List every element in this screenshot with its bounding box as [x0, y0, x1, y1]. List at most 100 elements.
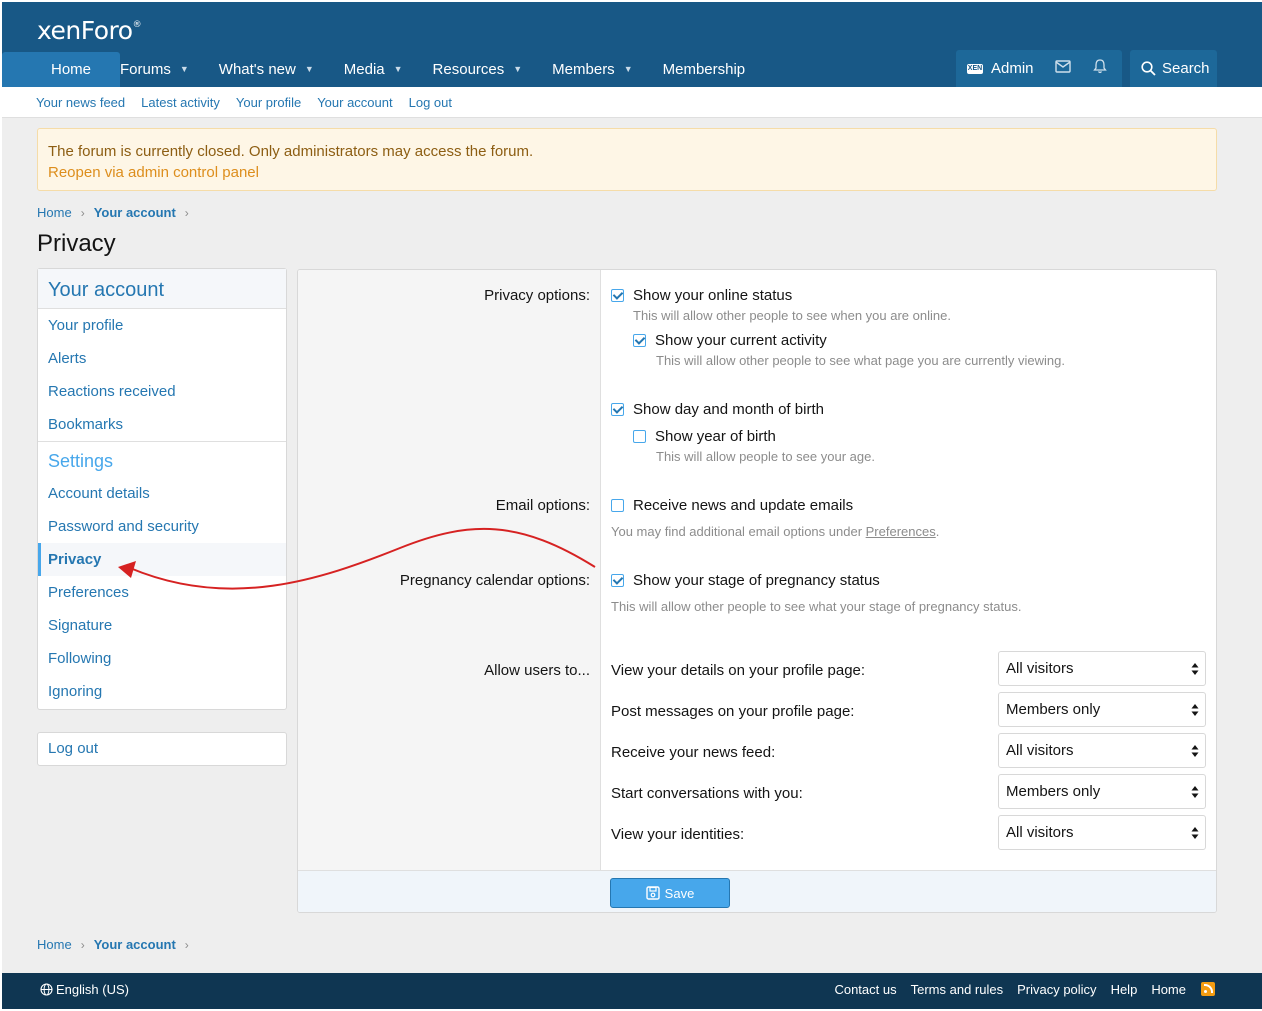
- pregnancy-option[interactable]: Show your stage of pregnancy status: [611, 572, 880, 589]
- receive-news-label: Receive news and update emails: [633, 497, 854, 514]
- rss-icon[interactable]: [1201, 982, 1215, 996]
- pregnancy-checkbox[interactable]: [611, 574, 624, 587]
- footer-link-privacy-policy[interactable]: Privacy policy: [1017, 982, 1096, 997]
- footer-link-help[interactable]: Help: [1111, 982, 1138, 997]
- search-icon: [1141, 61, 1156, 76]
- dob-year-checkbox[interactable]: [633, 430, 646, 443]
- nav-label: Home: [51, 61, 92, 78]
- footer-link-terms-and-rules[interactable]: Terms and rules: [911, 982, 1003, 997]
- sub-nav: Your news feed Latest activity Your profil…: [2, 87, 1262, 118]
- form-submit-row: Save: [298, 870, 1216, 912]
- sidebar-item-bookmarks[interactable]: Bookmarks: [38, 408, 286, 441]
- nav-media[interactable]: Media ▼: [344, 52, 418, 87]
- subnav-your-account[interactable]: Your account: [317, 95, 392, 110]
- select-arrows-icon: [1191, 786, 1199, 798]
- notice-text: The forum is currently closed. Only admi…: [48, 143, 534, 160]
- sidebar-heading-settings: Settings: [38, 441, 286, 477]
- main-nav: Home Forums ▼ What's new ▼ Media ▼ Resources ▼ Me…: [2, 52, 775, 87]
- caret-down-icon[interactable]: ▼: [180, 52, 189, 87]
- site-header: xenForo® Home Forums ▼ What's new ▼ Media ▼ Res…: [2, 2, 1262, 87]
- envelope-icon[interactable]: [1054, 60, 1071, 77]
- privacy-form: Privacy options: Show your online status…: [297, 269, 1217, 913]
- sidebar-item-account-details[interactable]: Account details: [38, 477, 286, 510]
- pregnancy-label: Show your stage of pregnancy status: [633, 572, 880, 589]
- caret-down-icon[interactable]: ▼: [305, 52, 314, 87]
- current-activity-label: Show your current activity: [655, 332, 827, 349]
- logo-text: xenForo: [37, 16, 133, 45]
- bell-icon[interactable]: [1092, 59, 1107, 78]
- page-body: The forum is currently closed. Only admi…: [2, 118, 1262, 973]
- dob-year-option[interactable]: Show year of birth: [633, 428, 776, 445]
- dob-year-label: Show year of birth: [655, 428, 776, 445]
- breadcrumb-home[interactable]: Home: [37, 205, 72, 220]
- allow-row-select[interactable]: Members only: [998, 774, 1206, 809]
- form-label-column: [298, 270, 601, 870]
- sidebar-item-your-profile[interactable]: Your profile: [38, 309, 286, 342]
- allow-row-label: Start conversations with you:: [611, 785, 803, 802]
- language-chooser[interactable]: English (US): [40, 982, 129, 997]
- online-status-label: Show your online status: [633, 287, 793, 304]
- allow-row-label: View your identities:: [611, 826, 745, 843]
- allow-row-select[interactable]: Members only: [998, 692, 1206, 727]
- online-status-checkbox[interactable]: [611, 289, 624, 302]
- sidebar-logout[interactable]: Log out: [37, 732, 287, 766]
- sidebar-item-ignoring[interactable]: Ignoring: [38, 675, 286, 708]
- footer-links: Contact us Terms and rules Privacy policy H…: [834, 982, 1186, 997]
- breadcrumb-bottom: Home › Your account ›: [37, 937, 198, 952]
- save-button[interactable]: Save: [610, 878, 730, 908]
- dob-day-month-checkbox[interactable]: [611, 403, 624, 416]
- nav-home[interactable]: Home: [2, 52, 121, 87]
- select-value: All visitors: [1006, 742, 1074, 759]
- sidebar-heading-your-account[interactable]: Your account: [38, 269, 286, 309]
- site-footer: English (US) Contact us Terms and rules Pr…: [2, 973, 1262, 1009]
- breadcrumb-your-account[interactable]: Your account: [94, 937, 176, 952]
- nav-membership[interactable]: Membership: [663, 52, 761, 87]
- current-activity-checkbox[interactable]: [633, 334, 646, 347]
- dob-day-month-label: Show day and month of birth: [633, 401, 824, 418]
- chevron-right-icon: ›: [80, 205, 85, 220]
- sidebar-item-following[interactable]: Following: [38, 642, 286, 675]
- online-status-option[interactable]: Show your online status: [611, 287, 792, 304]
- nav-right: XEN Admin Search: [956, 50, 1217, 87]
- footer-link-home[interactable]: Home: [1151, 982, 1186, 997]
- allow-users-label: Allow users to...: [484, 662, 590, 679]
- sidebar-item-signature[interactable]: Signature: [38, 609, 286, 642]
- caret-down-icon[interactable]: ▼: [394, 52, 403, 87]
- dob-day-month-option[interactable]: Show day and month of birth: [611, 401, 824, 418]
- nav-label: Media: [343, 61, 385, 78]
- breadcrumb-your-account[interactable]: Your account: [94, 205, 176, 220]
- nav-members[interactable]: Members ▼: [552, 52, 647, 87]
- sidebar-item-reactions-received[interactable]: Reactions received: [38, 375, 286, 408]
- allow-row-select[interactable]: All visitors: [998, 815, 1206, 850]
- subnav-latest-activity[interactable]: Latest activity: [141, 95, 220, 110]
- select-value: All visitors: [1006, 660, 1074, 677]
- search-button[interactable]: Search: [1130, 50, 1217, 87]
- allow-row-select[interactable]: All visitors: [998, 733, 1206, 768]
- allow-row-select[interactable]: All visitors: [998, 651, 1206, 686]
- caret-down-icon[interactable]: ▼: [624, 52, 633, 87]
- reopen-link[interactable]: Reopen via admin control panel: [48, 162, 1206, 183]
- current-activity-option[interactable]: Show your current activity: [633, 332, 827, 349]
- sidebar-item-alerts[interactable]: Alerts: [38, 342, 286, 375]
- nav-what-s-new[interactable]: What's new ▼: [219, 52, 329, 87]
- nav-resources[interactable]: Resources ▼: [433, 52, 538, 87]
- sidebar-item-password-and-security[interactable]: Password and security: [38, 510, 286, 543]
- footer-link-contact-us[interactable]: Contact us: [834, 982, 896, 997]
- site-logo[interactable]: xenForo®: [37, 16, 142, 45]
- receive-news-option[interactable]: Receive news and update emails: [611, 497, 853, 514]
- sidebar-item-preferences[interactable]: Preferences: [38, 576, 286, 609]
- caret-down-icon[interactable]: ▼: [513, 52, 522, 87]
- sidebar-item-privacy[interactable]: Privacy: [38, 543, 286, 576]
- subnav-your-news-feed[interactable]: Your news feed: [36, 95, 125, 110]
- breadcrumb: Home › Your account ›: [37, 205, 198, 220]
- nav-forums[interactable]: Forums ▼: [120, 52, 204, 87]
- receive-news-checkbox[interactable]: [611, 499, 624, 512]
- subnav-log-out[interactable]: Log out: [409, 95, 452, 110]
- chevron-right-icon: ›: [184, 937, 189, 952]
- allow-row-label: View your details on your profile page:: [611, 662, 866, 679]
- breadcrumb-home[interactable]: Home: [37, 937, 72, 952]
- select-arrows-icon: [1191, 827, 1199, 839]
- preferences-link[interactable]: Preferences: [866, 524, 936, 539]
- admin-link[interactable]: Admin: [991, 60, 1034, 77]
- subnav-your-profile[interactable]: Your profile: [236, 95, 301, 110]
